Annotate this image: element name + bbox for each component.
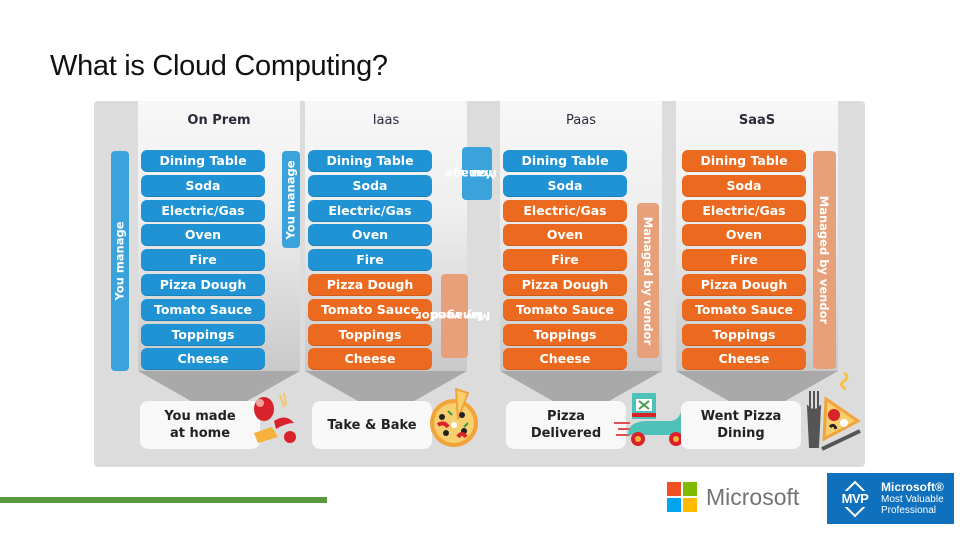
result-text: Went Pizza	[700, 409, 782, 424]
layer-fire: Fire	[141, 249, 265, 272]
managed-by-vendor-label: Managed by vendor	[416, 274, 490, 358]
layer-toppings: Toppings	[682, 323, 806, 346]
mvp-badge: MVP Microsoft® Most Valuable Professiona…	[827, 473, 954, 524]
layer-pizza-dough: Pizza Dough	[682, 273, 806, 296]
result-card: You made at home	[140, 401, 260, 449]
layer-dining-table: Dining Table	[308, 150, 432, 172]
layer-stack: Dining Table Soda Electric/Gas Oven Fire Pizz…	[308, 150, 432, 373]
you-manage-label: You manage	[445, 147, 497, 200]
column-on-prem: On Prem Dining Table Soda Electric/Gas Oven…	[138, 101, 300, 371]
layer-stack: Dining Table Soda Electric/Gas Oven Fire Pizz…	[682, 150, 806, 373]
layer-cheese: Cheese	[682, 348, 806, 371]
layer-tomato-sauce: Tomato Sauce	[682, 298, 806, 321]
pizza-icon	[430, 387, 478, 447]
microsoft-windows-icon	[667, 482, 697, 512]
you-manage-label: You manage	[282, 151, 300, 248]
layer-cheese: Cheese	[141, 348, 265, 371]
layer-dining-table: Dining Table	[503, 150, 627, 172]
result-text: Take & Bake	[327, 417, 417, 433]
layer-toppings: Toppings	[308, 323, 432, 346]
layer-tomato-sauce: Tomato Sauce	[503, 298, 627, 321]
layer-tomato-sauce: Tomato Sauce	[141, 298, 265, 321]
layer-pizza-dough: Pizza Dough	[503, 273, 627, 296]
layer-soda: Soda	[141, 174, 265, 197]
layer-fire: Fire	[503, 249, 627, 272]
layer-oven: Oven	[308, 224, 432, 247]
layer-electric-gas: Electric/Gas	[503, 199, 627, 222]
layer-electric-gas: Electric/Gas	[682, 199, 806, 222]
layer-electric-gas: Electric/Gas	[308, 199, 432, 222]
layer-dining-table: Dining Table	[682, 150, 806, 172]
result-card: Take & Bake	[312, 401, 432, 449]
result-text: Delivered	[530, 426, 602, 441]
microsoft-wordmark: Microsoft	[706, 483, 800, 510]
layer-stack: Dining Table Soda Electric/Gas Oven Fire Pizz…	[503, 150, 627, 373]
layer-oven: Oven	[682, 224, 806, 247]
result-text: Pizza	[547, 409, 585, 424]
result-text: at home	[169, 426, 231, 441]
slide-title: What is Cloud Computing?	[50, 50, 388, 82]
result-text: Dining	[717, 426, 765, 441]
column-heading: SaaS	[738, 113, 776, 128]
pizza-as-a-service-diagram: On Prem Dining Table Soda Electric/Gas Oven…	[94, 101, 865, 467]
column-heading: Paas	[566, 113, 596, 128]
layer-fire: Fire	[308, 249, 432, 272]
column-heading: On Prem	[187, 113, 251, 128]
mvp-diamond-icon: MVP	[835, 480, 875, 517]
mvp-text: Microsoft® Most Valuable Professional	[881, 480, 944, 517]
managed-by-vendor-label: Managed by vendor	[637, 203, 659, 358]
layer-toppings: Toppings	[503, 323, 627, 346]
layer-soda: Soda	[503, 174, 627, 197]
microsoft-logo: Microsoft	[667, 482, 799, 512]
layer-cheese: Cheese	[503, 348, 627, 371]
result-text: You made	[164, 409, 236, 424]
ingredients-icon	[254, 392, 296, 443]
result-card: Went Pizza Dining	[681, 401, 801, 449]
layer-tomato-sauce: Tomato Sauce	[308, 298, 432, 321]
layer-soda: Soda	[682, 174, 806, 197]
layer-stack: Dining Table Soda Electric/Gas Oven Fire Pizz…	[141, 150, 265, 373]
layer-pizza-dough: Pizza Dough	[141, 273, 265, 296]
layer-soda: Soda	[308, 174, 432, 197]
you-manage-label: You manage	[111, 151, 129, 371]
layer-electric-gas: Electric/Gas	[141, 199, 265, 222]
result-card: Pizza Delivered	[506, 401, 626, 449]
pizza-slice-cutlery-icon	[806, 371, 861, 451]
layer-toppings: Toppings	[141, 323, 265, 346]
layer-pizza-dough: Pizza Dough	[308, 273, 432, 296]
layer-cheese: Cheese	[308, 348, 432, 371]
layer-oven: Oven	[141, 224, 265, 247]
managed-by-vendor-label: Managed by vendor	[813, 151, 836, 369]
accent-bar	[0, 497, 327, 503]
layer-fire: Fire	[682, 249, 806, 272]
layer-oven: Oven	[503, 224, 627, 247]
column-heading: Iaas	[372, 113, 400, 128]
layer-dining-table: Dining Table	[141, 150, 265, 172]
